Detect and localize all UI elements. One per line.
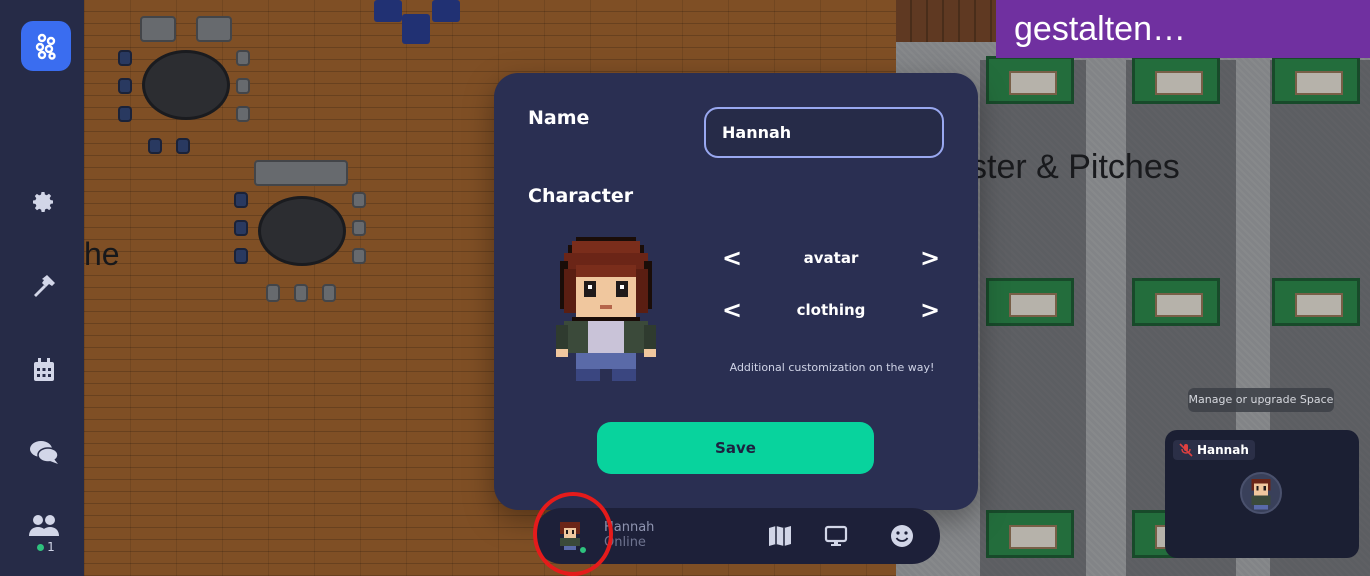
app-logo[interactable]: [21, 21, 71, 71]
screen-share-icon: [824, 525, 848, 546]
character-label: Character: [528, 185, 634, 207]
online-dot: [37, 544, 45, 551]
app-stage: he ster & Pitches 1 gestalten… Name Hann…: [0, 0, 1370, 576]
character-avatar-sprite: [556, 237, 656, 381]
mic-muted-icon: [1179, 443, 1193, 457]
people-icon: [29, 515, 59, 536]
calendar-icon: [34, 358, 54, 381]
map-button[interactable]: [766, 522, 794, 550]
avatar-prev-button[interactable]: <: [720, 243, 744, 273]
video-user-name: Hannah: [1197, 443, 1249, 457]
chat-button[interactable]: [22, 430, 66, 474]
online-count-value: 1: [47, 540, 55, 554]
video-name-tag: Hannah: [1173, 440, 1255, 460]
clothing-next-button[interactable]: >: [918, 295, 942, 325]
video-avatar: [1240, 472, 1282, 514]
self-video-tile[interactable]: Hannah: [1165, 430, 1359, 558]
chat-icon: [30, 441, 59, 464]
character-customization-dialog: Name Character: [494, 73, 978, 510]
calendar-button[interactable]: [22, 348, 66, 392]
screen-share-button[interactable]: [822, 522, 850, 550]
manage-space-tooltip[interactable]: Manage or upgrade Space: [1188, 388, 1334, 412]
hammer-icon: [34, 275, 55, 297]
bottom-bar: Hannah Online: [534, 508, 940, 564]
slide-banner: gestalten…: [996, 0, 1370, 58]
emoji-button[interactable]: [888, 522, 916, 550]
map-icon: [769, 526, 791, 546]
online-status-dot: [578, 545, 588, 555]
settings-button[interactable]: [22, 180, 66, 224]
clothing-option: clothing: [796, 301, 866, 319]
user-status: Online: [604, 535, 646, 550]
logo-icon: [35, 33, 56, 60]
avatar-next-button[interactable]: >: [918, 243, 942, 273]
emoji-icon: [891, 525, 913, 547]
clothing-prev-button[interactable]: <: [720, 295, 744, 325]
online-count: 1: [26, 540, 66, 554]
avatar-option: avatar: [803, 249, 859, 267]
user-name: Hannah: [604, 520, 655, 535]
gear-icon: [33, 192, 53, 212]
build-button[interactable]: [22, 264, 66, 308]
left-sidebar: 1: [0, 0, 84, 576]
name-label: Name: [528, 107, 590, 129]
customization-note: Additional customization on the way!: [729, 361, 935, 374]
name-input[interactable]: [704, 107, 944, 158]
save-button[interactable]: Save: [597, 422, 874, 474]
